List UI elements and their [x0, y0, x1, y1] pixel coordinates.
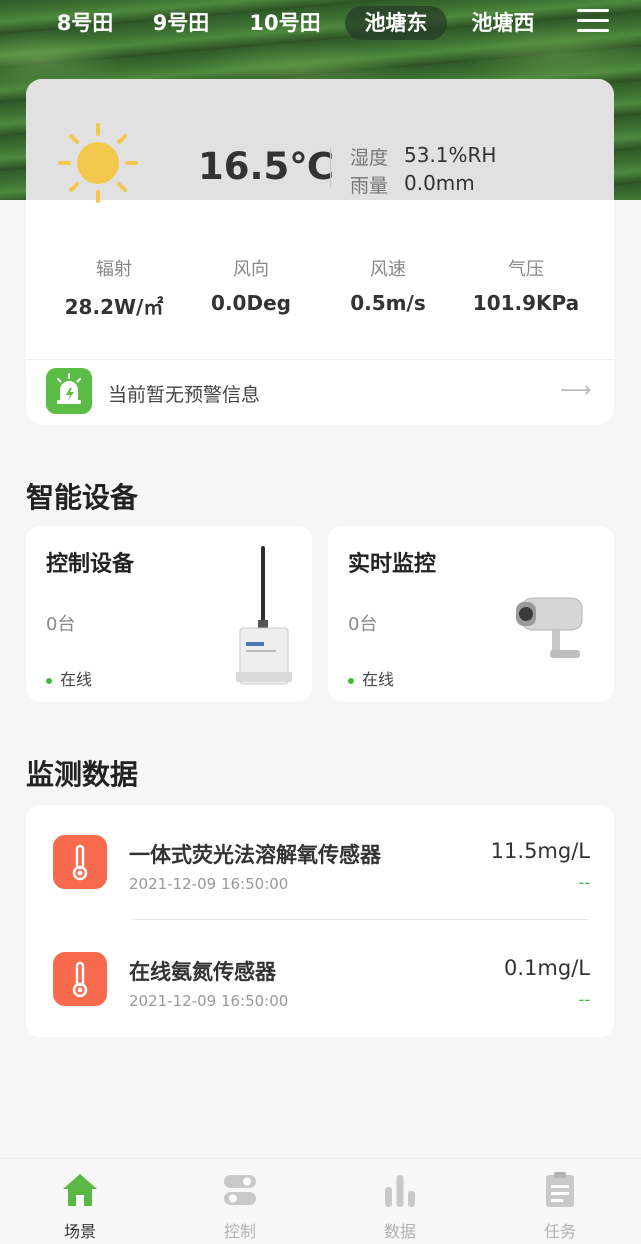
nav-item-control[interactable]: 控制	[160, 1159, 320, 1244]
nav-label: 任务	[543, 1222, 576, 1241]
status-label: 在线	[362, 670, 395, 689]
metric-value: 0.0Deg	[211, 291, 291, 315]
humidity-label: 湿度	[350, 147, 389, 169]
nav-item-data[interactable]: 数据	[320, 1159, 480, 1244]
device-card-control[interactable]: 控制设备 0台 在线	[26, 526, 312, 702]
sensor-name: 在线氨氮传感器	[129, 960, 276, 984]
alert-row[interactable]: 当前暂无预警信息 ⟶	[26, 359, 614, 425]
device-card-monitoring[interactable]: 实时监控 0台 在线	[328, 526, 614, 702]
sun-icon	[58, 123, 138, 203]
metric-value: 101.9KPa	[472, 291, 580, 315]
sensor-trend: --	[578, 990, 590, 1009]
metric-label: 风向	[233, 259, 269, 280]
humidity-value: 53.1%RH	[404, 143, 497, 167]
metric-value: 0.5m/s	[350, 291, 426, 315]
metric-wind-direction: 风向 0.0Deg	[181, 255, 321, 315]
thermometer-icon	[53, 835, 107, 889]
arrow-right-icon[interactable]: ⟶	[560, 378, 592, 403]
nav-label: 数据	[383, 1222, 416, 1241]
tab-pond-west[interactable]: 池塘西	[460, 6, 546, 40]
field-tabs: 8号田 9号田 10号田 池塘东 池塘西	[0, 0, 641, 48]
device-card-title: 控制设备	[46, 552, 135, 577]
temperature-value: 16.5℃	[198, 145, 335, 188]
rain-label: 雨量	[350, 175, 389, 197]
alarm-icon	[46, 368, 92, 414]
security-camera-icon	[516, 597, 583, 658]
bottom-nav: 场景 控制 数据 任务	[0, 1158, 641, 1244]
device-count: 0台	[348, 614, 378, 635]
sensor-timestamp: 2021-12-09 16:50:00	[129, 875, 289, 893]
menu-icon[interactable]	[577, 9, 609, 33]
weather-summary: 16.5℃ 湿度 53.1%RH 雨量 0.0mm	[26, 79, 614, 203]
tab-field-8[interactable]: 8号田	[48, 6, 122, 40]
list-item[interactable]: 一体式荧光法溶解氧传感器 2021-12-09 16:50:00 11.5mg/…	[26, 805, 614, 921]
metric-pressure: 气压 101.9KPa	[456, 255, 596, 315]
section-title-devices: 智能设备	[26, 481, 139, 514]
divider	[133, 919, 588, 920]
home-icon	[63, 1174, 97, 1206]
list-item[interactable]: 在线氨氮传感器 2021-12-09 16:50:00 0.1mg/L --	[26, 922, 614, 1038]
thermometer-icon	[53, 952, 107, 1006]
nav-item-scene[interactable]: 场景	[0, 1159, 160, 1244]
online-dot	[348, 677, 354, 684]
sensor-trend: --	[578, 873, 590, 892]
online-dot	[46, 677, 52, 684]
toggle-icon	[224, 1175, 256, 1205]
bar-chart-icon	[385, 1175, 415, 1207]
metric-radiation: 辐射 28.2W/㎡	[44, 255, 184, 320]
tab-field-10[interactable]: 10号田	[240, 6, 330, 40]
sensor-name: 一体式荧光法溶解氧传感器	[129, 843, 381, 867]
status-online: 在线	[348, 666, 394, 690]
status-online: 在线	[46, 666, 92, 690]
divider	[330, 147, 331, 187]
sensor-timestamp: 2021-12-09 16:50:00	[129, 992, 289, 1010]
metric-label: 气压	[508, 259, 544, 280]
wireless-controller-icon	[236, 546, 292, 685]
sensor-value: 11.5mg/L	[490, 839, 590, 863]
metric-wind-speed: 风速 0.5m/s	[318, 255, 458, 315]
tab-field-9[interactable]: 9号田	[144, 6, 218, 40]
alert-message: 当前暂无预警信息	[108, 384, 261, 406]
device-count: 0台	[46, 614, 76, 635]
tab-pond-east[interactable]: 池塘东	[345, 6, 447, 40]
weather-card: 16.5℃ 湿度 53.1%RH 雨量 0.0mm 辐射 28.2W/㎡ 风向 …	[26, 79, 614, 425]
rain-value: 0.0mm	[404, 171, 475, 195]
nav-label: 控制	[223, 1222, 256, 1241]
sensor-value: 0.1mg/L	[504, 956, 590, 980]
status-label: 在线	[60, 670, 93, 689]
section-title-monitoring: 监测数据	[26, 758, 139, 791]
nav-label: 场景	[63, 1222, 96, 1241]
metric-value: 28.2W/㎡	[64, 295, 164, 319]
clipboard-icon	[546, 1172, 574, 1207]
monitor-list: 一体式荧光法溶解氧传感器 2021-12-09 16:50:00 11.5mg/…	[26, 805, 614, 1037]
device-card-title: 实时监控	[348, 552, 437, 577]
metric-label: 辐射	[96, 259, 132, 280]
metric-label: 风速	[370, 259, 406, 280]
nav-item-task[interactable]: 任务	[480, 1159, 640, 1244]
